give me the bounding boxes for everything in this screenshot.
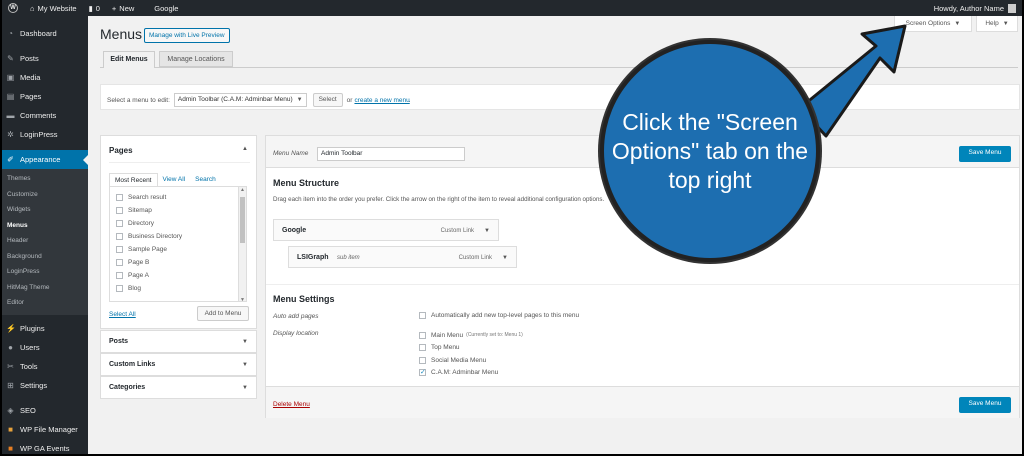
instruction-callout: Click the "Screen Options" tab on the to… xyxy=(600,40,820,262)
callout-text: Click the "Screen Options" tab on the to… xyxy=(611,108,809,193)
callout-arrow xyxy=(798,24,907,138)
